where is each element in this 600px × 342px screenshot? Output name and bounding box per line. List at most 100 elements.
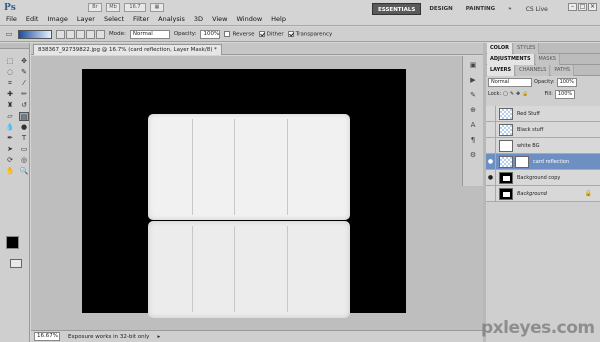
pen-tool-icon[interactable]: ✒ — [5, 134, 15, 143]
menu-select[interactable]: Select — [104, 15, 124, 23]
transparency-checkbox[interactable] — [287, 30, 294, 37]
reverse-checkbox[interactable] — [224, 30, 231, 37]
menu-filter[interactable]: Filter — [133, 15, 149, 23]
lock-all-icon[interactable]: 🔒 — [522, 91, 528, 97]
arrange-documents-button[interactable]: ▦ — [150, 3, 164, 12]
quick-selection-tool-icon[interactable]: ✎ — [19, 68, 29, 77]
gradient-tool-icon[interactable]: ▤ — [19, 112, 29, 121]
zoom-field[interactable]: 16.67% — [34, 332, 60, 341]
menu-layer[interactable]: Layer — [77, 15, 95, 23]
eyedropper-tool-icon[interactable]: ⁄ — [19, 79, 29, 88]
mode-select[interactable]: Normal — [129, 29, 170, 39]
layer-row[interactable]: ● Background copy — [486, 169, 600, 186]
type-tool-icon[interactable]: T — [19, 134, 29, 143]
minimize-icon[interactable]: – — [568, 3, 577, 11]
layer-row[interactable]: Background 🔒 — [486, 185, 600, 202]
3d-rotate-tool-icon[interactable]: ⟳ — [5, 156, 15, 165]
reverse-option[interactable]: Reverse — [224, 30, 255, 37]
eraser-tool-icon[interactable]: ▱ — [5, 112, 15, 121]
menu-help[interactable]: Help — [271, 15, 286, 23]
history-brush-tool-icon[interactable]: ↺ — [19, 101, 29, 110]
actions-panel-icon[interactable]: ▶ — [468, 76, 478, 85]
lasso-tool-icon[interactable]: ◌ — [5, 68, 15, 77]
visibility-toggle[interactable] — [486, 185, 496, 202]
blur-tool-icon[interactable]: 💧 — [5, 123, 15, 132]
close-icon[interactable]: × — [588, 3, 597, 11]
path-selection-tool-icon[interactable]: ➤ — [5, 145, 15, 154]
document-tab[interactable]: 838367_92739822.jpg @ 16.7% (card reflec… — [33, 44, 222, 55]
zoom-level-display[interactable]: 16.7 — [124, 3, 146, 12]
paragraph-panel-icon[interactable]: ¶ — [468, 136, 478, 145]
workspace-essentials[interactable]: ESSENTIALS — [372, 3, 422, 15]
brush-tool-icon[interactable]: ✏ — [19, 90, 29, 99]
blend-mode-select[interactable]: Normal — [488, 77, 532, 87]
layer-row[interactable]: white BG — [486, 137, 600, 154]
menu-file[interactable]: File — [6, 15, 17, 23]
character-panel-icon[interactable]: A — [468, 121, 478, 130]
reflected-gradient-button[interactable] — [86, 29, 95, 39]
tab-adjustments[interactable]: ADJUSTMENTS — [487, 54, 535, 65]
dodge-tool-icon[interactable]: ● — [19, 123, 29, 132]
move-tool-icon[interactable]: ✥ — [19, 57, 29, 66]
hand-tool-icon[interactable]: ✋ — [5, 167, 15, 176]
healing-brush-tool-icon[interactable]: ✚ — [5, 90, 15, 99]
canvas-area[interactable] — [31, 56, 483, 330]
workspace-painting[interactable]: PAINTING — [461, 3, 500, 15]
quick-mask-button[interactable] — [10, 259, 22, 268]
3d-orbit-tool-icon[interactable]: ◎ — [19, 156, 29, 165]
menu-analysis[interactable]: Analysis — [158, 15, 185, 23]
lock-transparent-icon[interactable]: ▢ — [503, 91, 508, 97]
transparency-option[interactable]: Transparency — [287, 30, 332, 37]
visibility-toggle[interactable] — [486, 105, 496, 122]
menu-view[interactable]: View — [212, 15, 227, 23]
radial-gradient-button[interactable] — [66, 29, 75, 39]
layer-row-selected[interactable]: ● card reflection — [486, 153, 600, 170]
tab-channels[interactable]: CHANNELS — [516, 65, 551, 76]
workspace-more[interactable]: » — [503, 3, 517, 15]
crop-tool-icon[interactable]: ⌗ — [5, 79, 15, 88]
gradient-picker[interactable] — [18, 29, 52, 39]
lock-image-icon[interactable]: ✎ — [510, 91, 514, 97]
layer-row[interactable]: Black stuff — [486, 121, 600, 138]
tab-color[interactable]: COLOR — [487, 43, 514, 54]
cs-live-button[interactable]: CS Live — [526, 6, 548, 13]
layer-mask-thumbnail[interactable] — [515, 155, 529, 168]
shape-tool-icon[interactable]: ▭ — [19, 145, 29, 154]
tab-styles[interactable]: STYLES — [514, 43, 540, 54]
layer-row[interactable]: Red Stuff — [486, 105, 600, 122]
linear-gradient-button[interactable] — [56, 29, 65, 39]
fill-field[interactable]: 100% — [554, 89, 575, 99]
document-canvas[interactable] — [82, 69, 406, 318]
lock-position-icon[interactable]: ✥ — [516, 91, 520, 97]
gradient-tool-preset-icon[interactable]: ▭ — [4, 30, 14, 39]
visibility-toggle[interactable] — [486, 121, 496, 138]
eye-icon[interactable]: ● — [486, 153, 496, 170]
bridge-button[interactable]: Br — [88, 3, 102, 12]
workspace-design[interactable]: DESIGN — [424, 3, 457, 15]
menu-image[interactable]: Image — [47, 15, 67, 23]
zoom-tool-icon[interactable]: 🔍 — [19, 167, 29, 176]
dither-option[interactable]: Dither — [258, 30, 284, 37]
tab-paths[interactable]: PATHS — [551, 65, 575, 76]
layer-opacity-field[interactable]: 100% — [556, 77, 577, 87]
clone-stamp-tool-icon[interactable]: ♜ — [5, 101, 15, 110]
history-panel-icon[interactable]: ▣ — [468, 61, 478, 70]
menu-window[interactable]: Window — [237, 15, 263, 23]
dither-checkbox[interactable] — [258, 30, 265, 37]
maximize-icon[interactable]: □ — [578, 3, 587, 11]
status-arrow-icon[interactable]: ▸ — [157, 334, 160, 340]
brushes-panel-icon[interactable]: ✎ — [468, 91, 478, 100]
tab-masks[interactable]: MASKS — [535, 54, 560, 65]
tool-presets-panel-icon[interactable]: ⚙ — [468, 151, 478, 160]
diamond-gradient-button[interactable] — [96, 29, 105, 39]
angle-gradient-button[interactable] — [76, 29, 85, 39]
visibility-toggle[interactable] — [486, 137, 496, 154]
foreground-color-swatch[interactable] — [6, 236, 19, 249]
marquee-tool-icon[interactable]: ⬚ — [5, 57, 15, 66]
clone-source-panel-icon[interactable]: ⊕ — [468, 106, 478, 115]
opacity-field[interactable]: 100% — [200, 29, 221, 39]
menu-edit[interactable]: Edit — [26, 15, 39, 23]
tab-layers[interactable]: LAYERS — [487, 65, 516, 76]
menu-3d[interactable]: 3D — [194, 15, 203, 23]
mini-bridge-button[interactable]: Mb — [106, 3, 120, 12]
